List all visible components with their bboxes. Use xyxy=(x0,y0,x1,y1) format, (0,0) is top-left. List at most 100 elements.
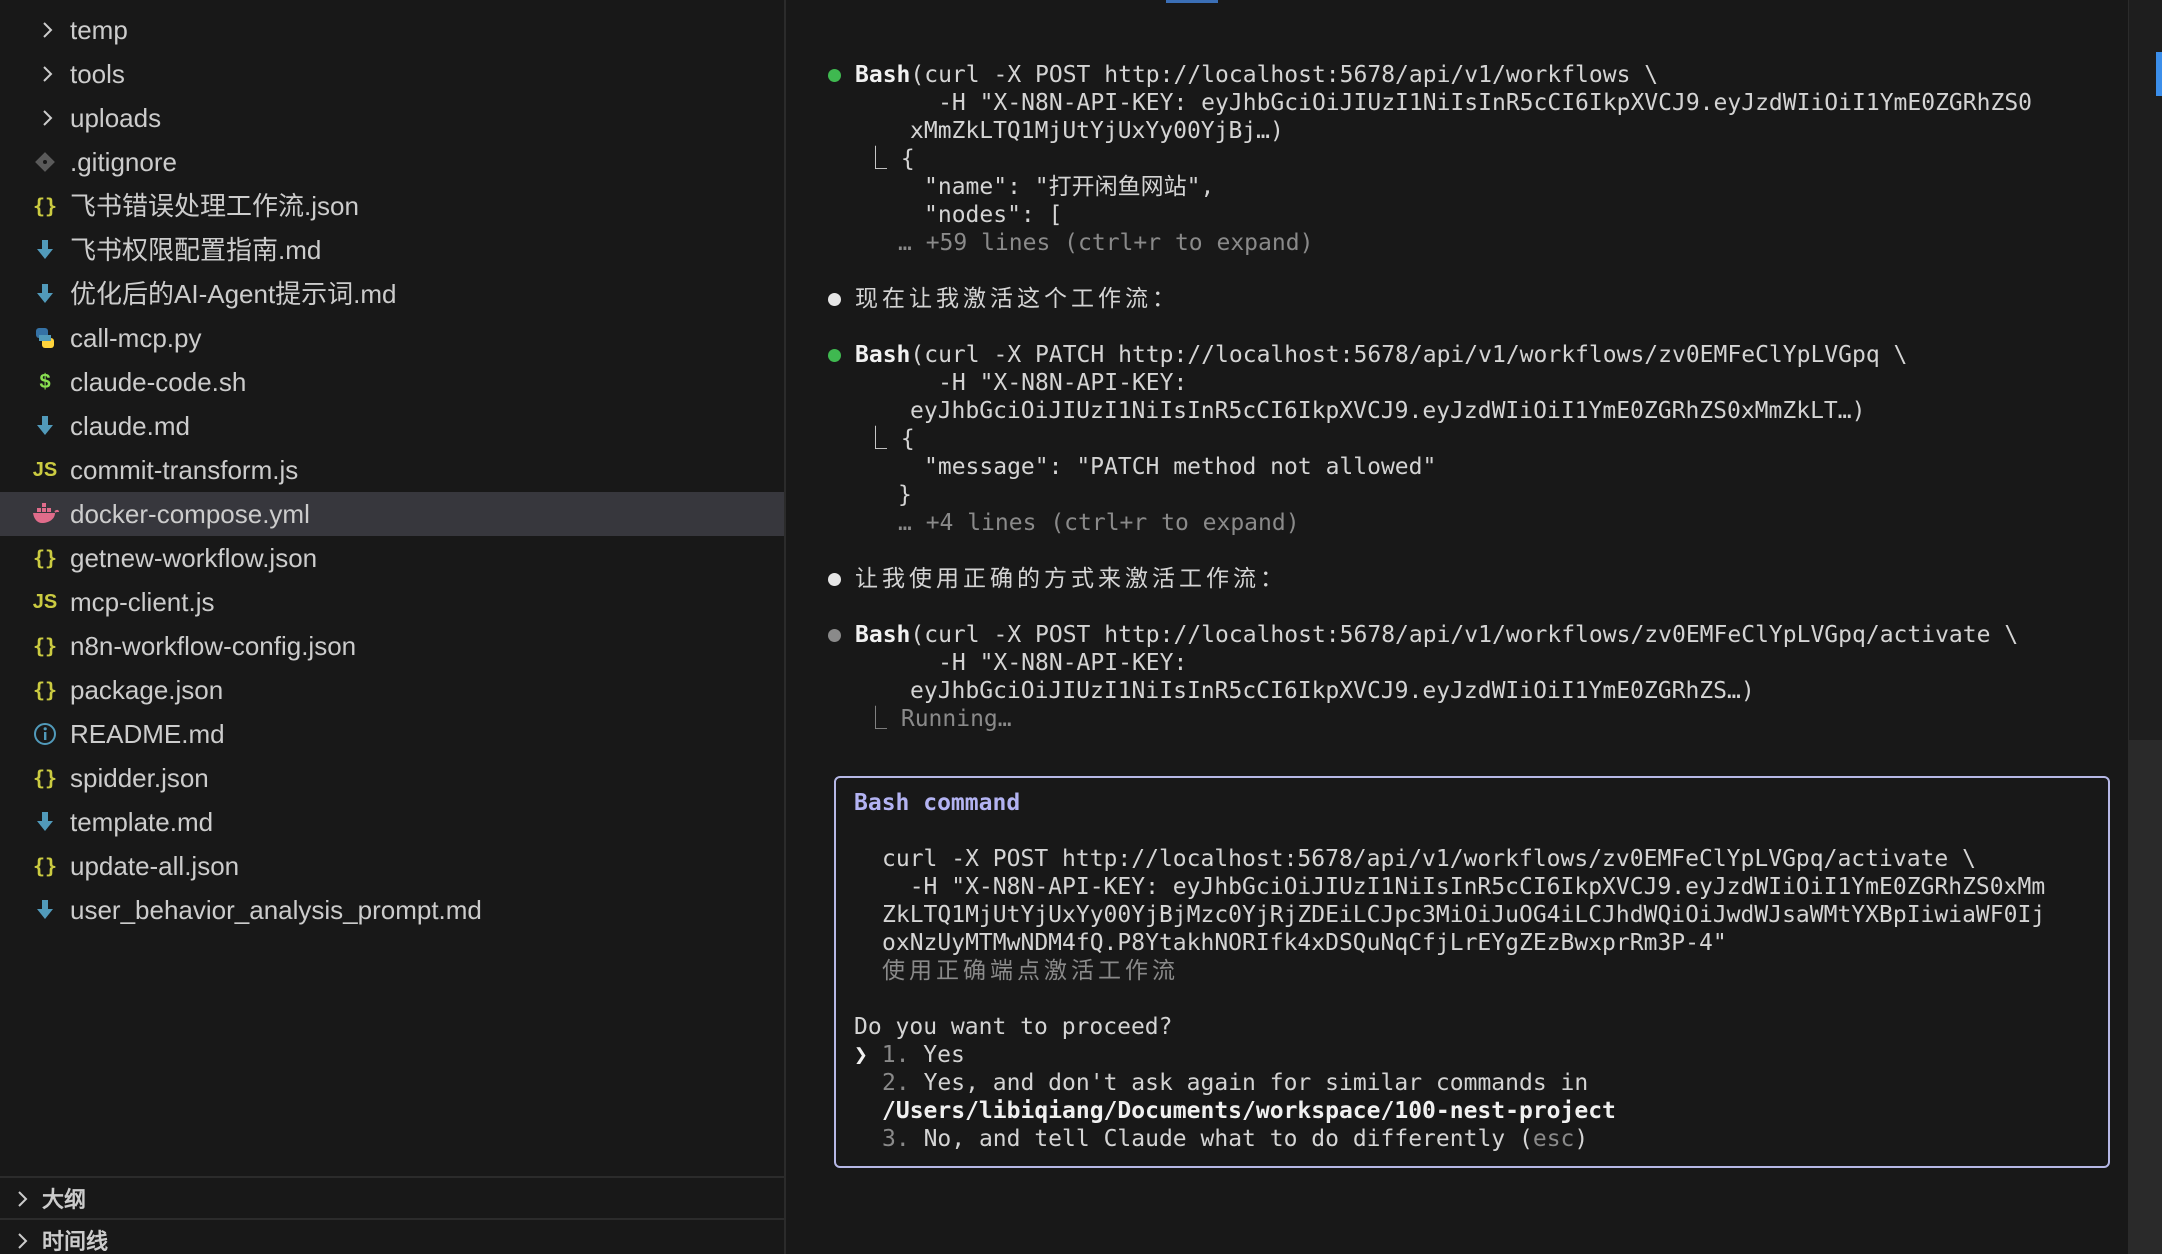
json-icon: {} xyxy=(32,194,58,218)
chevron-right-icon xyxy=(12,1178,34,1220)
tool-call-line: Bash(curl -X POST http://localhost:5678/… xyxy=(855,62,1659,88)
tool-output-line: "name": "打开闲鱼网站", xyxy=(924,174,1215,200)
command-line: curl -X POST http://localhost:5678/api/v… xyxy=(882,846,1976,872)
tree-file-item[interactable]: template.md xyxy=(0,800,784,844)
tree-item-label: claude.md xyxy=(70,411,190,441)
tree-item-label: claude-code.sh xyxy=(70,367,247,397)
tree-item-label: 飞书权限配置指南.md xyxy=(70,235,322,265)
chevron-right-icon xyxy=(36,96,60,140)
message-dot-icon xyxy=(828,293,841,306)
tool-call-line: -H "X-N8N-API-KEY: eyJhbGciOiJIUzI1NiIsI… xyxy=(855,90,2033,116)
tree-file-item[interactable]: user_behavior_analysis_prompt.md xyxy=(0,888,784,932)
file-tree: temp tools uploads .gitignore {} 飞书错误处理工作流.js… xyxy=(0,8,784,932)
json-icon: {} xyxy=(32,854,58,878)
success-dot-icon xyxy=(828,69,841,82)
scroll-position-marker xyxy=(2156,52,2162,96)
tree-file-item[interactable]: {} package.json xyxy=(0,668,784,712)
tree-file-item[interactable]: docker-compose.yml xyxy=(0,492,784,536)
command-description: 使用正确端点激活工作流 xyxy=(882,958,1179,984)
terminal-scrollbar-thumb[interactable] xyxy=(2128,740,2162,1254)
tree-item-label: .gitignore xyxy=(70,147,177,177)
command-line: oxNzUyMTMwNDM4fQ.P8YtakhNORIfk4xDSQuNqCf… xyxy=(882,930,1727,956)
tool-output-line: ⎿ { xyxy=(864,146,915,172)
tree-item-label: n8n-workflow-config.json xyxy=(70,631,357,661)
tool-call-line: xMmZkLTQ1MjUtYjUxYy00YjBj…) xyxy=(910,118,1284,144)
tree-item-label: template.md xyxy=(70,807,214,837)
tree-file-item[interactable]: $ claude-code.sh xyxy=(0,360,784,404)
tree-file-item[interactable]: claude.md xyxy=(0,404,784,448)
javascript-icon: JS xyxy=(32,590,58,613)
collapsed-lines-hint[interactable]: … +59 lines (ctrl+r to expand) xyxy=(898,229,1313,257)
tree-item-label: user_behavior_analysis_prompt.md xyxy=(70,895,482,925)
proceed-question: Do you want to proceed? xyxy=(854,1014,1173,1040)
tree-file-item[interactable]: 飞书权限配置指南.md xyxy=(0,228,784,272)
javascript-icon: JS xyxy=(32,458,58,481)
tool-output-line: } xyxy=(898,482,912,508)
tree-file-item[interactable]: {} update-all.json xyxy=(0,844,784,888)
tool-call-line: -H "X-N8N-API-KEY: xyxy=(855,650,1188,676)
tool-call-line: Bash(curl -X PATCH http://localhost:5678… xyxy=(855,342,1908,368)
chevron-right-icon xyxy=(36,8,60,52)
tool-output-line: "nodes": [ xyxy=(924,202,1063,228)
sidebar-bottom-panels: 大纲 时间线 xyxy=(0,1176,784,1254)
tree-file-item[interactable]: JS mcp-client.js xyxy=(0,580,784,624)
timeline-panel-header[interactable]: 时间线 xyxy=(0,1218,784,1254)
tree-item-label: spidder.json xyxy=(70,763,209,793)
shell-icon: $ xyxy=(39,370,51,393)
tool-call-line: -H "X-N8N-API-KEY: xyxy=(855,370,1188,396)
outline-panel-label: 大纲 xyxy=(42,1187,87,1212)
info-icon xyxy=(30,712,60,756)
tree-file-item[interactable]: JS commit-transform.js xyxy=(0,448,784,492)
tree-item-label: tools xyxy=(70,59,125,89)
claude-code-terminal[interactable]: Bash(curl -X POST http://localhost:5678/… xyxy=(788,0,2124,1254)
tree-file-item[interactable]: README.md xyxy=(0,712,784,756)
tree-item-label: README.md xyxy=(70,719,225,749)
outline-panel-header[interactable]: 大纲 xyxy=(0,1176,784,1218)
chevron-right-icon xyxy=(12,1220,34,1254)
tree-item-label: mcp-client.js xyxy=(70,587,215,617)
message-dot-icon xyxy=(828,573,841,586)
tool-call-line: Bash(curl -X POST http://localhost:5678/… xyxy=(855,622,2019,648)
option-yes-dont-ask[interactable]: 2. Yes, and don't ask again for similar … xyxy=(882,1069,1588,1097)
docker-icon xyxy=(30,492,60,536)
tree-item-label: update-all.json xyxy=(70,851,240,881)
json-icon: {} xyxy=(32,546,58,570)
running-status: ⎿ Running… xyxy=(864,706,1012,732)
option-yes[interactable]: ❯ 1. Yes xyxy=(854,1041,965,1069)
json-icon: {} xyxy=(32,678,58,702)
markdown-icon xyxy=(30,272,60,316)
json-icon: {} xyxy=(32,634,58,658)
explorer-sidebar: temp tools uploads .gitignore {} 飞书错误处理工作流.js… xyxy=(0,0,786,1254)
tree-file-item[interactable]: {} getnew-workflow.json xyxy=(0,536,784,580)
tree-item-label: temp xyxy=(70,15,128,45)
assistant-message: 现在让我激活这个工作流： xyxy=(855,286,1179,312)
tree-folder-item[interactable]: uploads xyxy=(0,96,784,140)
selection-cursor-icon: ❯ xyxy=(854,1042,868,1068)
json-icon: {} xyxy=(32,766,58,790)
success-dot-icon xyxy=(828,349,841,362)
timeline-panel-label: 时间线 xyxy=(42,1229,109,1254)
tree-item-label: uploads xyxy=(70,103,162,133)
option-no[interactable]: 3. No, and tell Claude what to do differ… xyxy=(882,1125,1588,1153)
tree-folder-item[interactable]: tools xyxy=(0,52,784,96)
chevron-right-icon xyxy=(36,52,60,96)
markdown-icon xyxy=(30,404,60,448)
python-icon xyxy=(30,316,60,360)
tree-file-item[interactable]: 优化后的AI-Agent提示词.md xyxy=(0,272,784,316)
tree-file-item[interactable]: {} spidder.json xyxy=(0,756,784,800)
command-line: -H "X-N8N-API-KEY: eyJhbGciOiJIUzI1NiIsI… xyxy=(882,874,2046,900)
tree-item-label: 优化后的AI-Agent提示词.md xyxy=(70,279,397,309)
tree-item-label: package.json xyxy=(70,675,224,705)
tool-output-line: "message": "PATCH method not allowed" xyxy=(924,454,1437,480)
markdown-icon xyxy=(30,888,60,932)
tree-folder-item[interactable]: temp xyxy=(0,8,784,52)
tree-file-item[interactable]: {} 飞书错误处理工作流.json xyxy=(0,184,784,228)
tree-file-item[interactable]: .gitignore xyxy=(0,140,784,184)
command-line: ZkLTQ1MjUtYjUxYy00YjBjMzc0YjRjZDEiLCJpc3… xyxy=(882,902,2046,928)
tree-file-item[interactable]: call-mcp.py xyxy=(0,316,784,360)
tree-file-item[interactable]: {} n8n-workflow-config.json xyxy=(0,624,784,668)
git-icon xyxy=(30,140,60,184)
collapsed-lines-hint[interactable]: … +4 lines (ctrl+r to expand) xyxy=(898,509,1300,537)
tool-call-line: eyJhbGciOiJIUzI1NiIsInR5cCI6IkpXVCJ9.eyJ… xyxy=(910,678,1755,704)
esc-key-hint: esc xyxy=(1532,1126,1575,1152)
